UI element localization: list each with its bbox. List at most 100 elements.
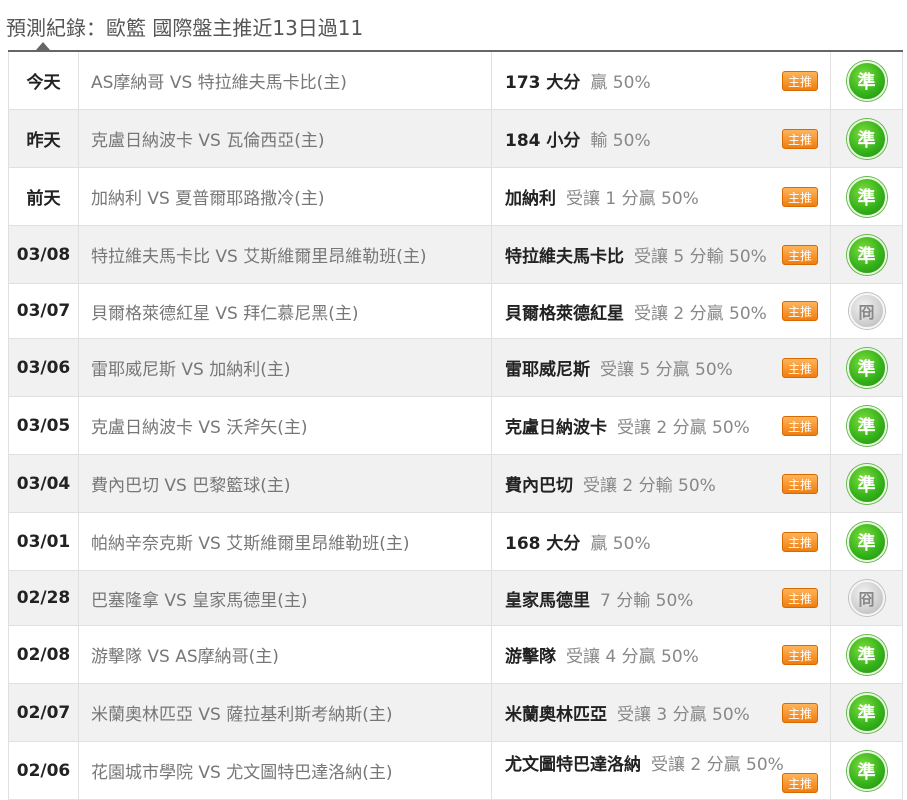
date-text: 03/06 (16, 357, 71, 378)
main-pick-badge: 主推 (782, 301, 818, 321)
match-link[interactable]: AS摩納哥 VS 特拉維夫馬卡比(主) (91, 68, 347, 93)
match-cell[interactable]: 特拉維夫馬卡比 VS 艾斯維爾里昂維勒班(主) (79, 226, 492, 283)
match-link[interactable]: 花園城市學院 VS 尤文圖特巴達洛納(主) (91, 758, 393, 783)
result-cell: 準 (831, 52, 903, 109)
match-link[interactable]: 雷耶威尼斯 VS 加納利(主) (91, 355, 291, 380)
date-text: 03/08 (16, 244, 71, 265)
match-cell[interactable]: 貝爾格萊德紅星 VS 拜仁慕尼黑(主) (79, 284, 492, 338)
match-cell[interactable]: 克盧日納波卡 VS 沃斧矢(主) (79, 397, 492, 454)
hit-badge-icon: 準 (846, 118, 887, 159)
result-cell: 冏 (831, 571, 903, 625)
match-cell[interactable]: 帕納辛奈克斯 VS 艾斯維爾里昂維勒班(主) (79, 513, 492, 570)
prediction-cell: 貝爾格萊德紅星 受讓 2 分贏 50% 主推 (492, 284, 831, 338)
pick-detail: 贏 50% (590, 73, 651, 93)
match-link[interactable]: 帕納辛奈克斯 VS 艾斯維爾里昂維勒班(主) (91, 529, 410, 554)
table-row[interactable]: 03/08 特拉維夫馬卡比 VS 艾斯維爾里昂維勒班(主) 特拉維夫馬卡比 受讓 5 … (8, 226, 903, 284)
match-link[interactable]: 克盧日納波卡 VS 沃斧矢(主) (91, 413, 308, 438)
match-link[interactable]: 游擊隊 VS AS摩納哥(主) (91, 642, 279, 667)
table-row[interactable]: 03/01 帕納辛奈克斯 VS 艾斯維爾里昂維勒班(主) 168 大分贏 50% 主推… (8, 513, 903, 571)
pick-text: 克盧日納波卡 (505, 418, 607, 438)
pick-text: 皇家馬德里 (505, 590, 590, 611)
prediction-cell: 米蘭奧林匹亞 受讓 3 分贏 50% 主推 (492, 684, 831, 741)
pick-text: 特拉維夫馬卡比 (505, 247, 624, 267)
match-cell[interactable]: 米蘭奧林匹亞 VS 薩拉基利斯考納斯(主) (79, 684, 492, 741)
date-text: 02/06 (16, 760, 71, 781)
main-pick-badge: 主推 (782, 644, 818, 665)
main-pick-badge: 主推 (782, 70, 818, 91)
table-row[interactable]: 03/07 貝爾格萊德紅星 VS 拜仁慕尼黑(主) 貝爾格萊德紅星 受讓 2 分贏 5… (8, 284, 903, 339)
date-cell: 03/07 (8, 284, 79, 338)
date-text: 02/08 (16, 644, 71, 665)
pick-text: 雷耶威尼斯 (505, 360, 590, 380)
page-title: 預測紀錄：歐籃 國際盤主推近13日過11 (6, 16, 364, 40)
match-cell[interactable]: AS摩納哥 VS 特拉維夫馬卡比(主) (79, 52, 492, 109)
date-cell: 02/07 (8, 684, 79, 741)
main-pick-badge: 主推 (782, 702, 818, 723)
table-row[interactable]: 03/05 克盧日納波卡 VS 沃斧矢(主) 克盧日納波卡 受讓 2 分贏 50% 主推… (8, 397, 903, 455)
pick-detail: 受讓 5 分輸 50% (634, 247, 767, 267)
result-cell: 準 (831, 339, 903, 396)
prediction-cell: 尤文圖特巴達洛納 受讓 2 分贏 50% 主推 (492, 742, 831, 799)
hit-badge-icon: 準 (846, 60, 887, 101)
miss-badge-icon: 冏 (848, 580, 885, 616)
main-pick-badge: 主推 (782, 244, 818, 265)
title-bar: 預測紀錄：歐籃 國際盤主推近13日過11 (0, 0, 907, 50)
date-text: 03/05 (16, 415, 71, 436)
match-link[interactable]: 特拉維夫馬卡比 VS 艾斯維爾里昂維勒班(主) (91, 242, 427, 267)
table-row[interactable]: 前天 加納利 VS 夏普爾耶路撒冷(主) 加納利 受讓 1 分贏 50% 主推 準 (8, 168, 903, 226)
table-row[interactable]: 昨天 克盧日納波卡 VS 瓦倫西亞(主) 184 小分輸 50% 主推 準 (8, 110, 903, 168)
match-cell[interactable]: 巴塞隆拿 VS 皇家馬德里(主) (79, 571, 492, 625)
date-cell: 02/06 (8, 742, 79, 799)
table-row[interactable]: 今天 AS摩納哥 VS 特拉維夫馬卡比(主) 173 大分贏 50% 主推 準 (8, 52, 903, 110)
hit-badge-icon: 準 (846, 405, 887, 446)
table-row[interactable]: 03/04 費內巴切 VS 巴黎籃球(主) 費內巴切 受讓 2 分輸 50% 主推 準 (8, 455, 903, 513)
main-pick-badge: 主推 (782, 357, 818, 378)
match-link[interactable]: 費內巴切 VS 巴黎籃球(主) (91, 471, 291, 496)
main-pick-badge: 主推 (782, 588, 818, 608)
match-cell[interactable]: 費內巴切 VS 巴黎籃球(主) (79, 455, 492, 512)
hit-badge-icon: 準 (846, 692, 887, 733)
pick-detail: 贏 50% (590, 534, 651, 554)
pick-text: 游擊隊 (505, 647, 556, 667)
match-link[interactable]: 加納利 VS 夏普爾耶路撒冷(主) (91, 184, 325, 209)
match-cell[interactable]: 雷耶威尼斯 VS 加納利(主) (79, 339, 492, 396)
table-row[interactable]: 02/07 米蘭奧林匹亞 VS 薩拉基利斯考納斯(主) 米蘭奧林匹亞 受讓 3 分贏 … (8, 684, 903, 742)
table-row[interactable]: 02/06 花園城市學院 VS 尤文圖特巴達洛納(主) 尤文圖特巴達洛納 受讓 2 分… (8, 742, 903, 800)
date-cell: 03/06 (8, 339, 79, 396)
prediction-cell: 克盧日納波卡 受讓 2 分贏 50% 主推 (492, 397, 831, 454)
match-link[interactable]: 巴塞隆拿 VS 皇家馬德里(主) (91, 586, 308, 611)
result-cell: 準 (831, 397, 903, 454)
hit-badge-icon: 準 (846, 750, 887, 791)
result-cell: 冏 (831, 284, 903, 338)
match-cell[interactable]: 花園城市學院 VS 尤文圖特巴達洛納(主) (79, 742, 492, 799)
prediction-cell: 皇家馬德里 7 分輸 50% 主推 (492, 571, 831, 625)
date-text: 03/04 (16, 473, 71, 494)
table-row[interactable]: 03/06 雷耶威尼斯 VS 加納利(主) 雷耶威尼斯 受讓 5 分贏 50% 主推 準 (8, 339, 903, 397)
match-link[interactable]: 米蘭奧林匹亞 VS 薩拉基利斯考納斯(主) (91, 700, 393, 725)
match-cell[interactable]: 游擊隊 VS AS摩納哥(主) (79, 626, 492, 683)
main-pick-badge: 主推 (782, 186, 818, 207)
match-link[interactable]: 克盧日納波卡 VS 瓦倫西亞(主) (91, 126, 325, 151)
match-cell[interactable]: 加納利 VS 夏普爾耶路撒冷(主) (79, 168, 492, 225)
match-link[interactable]: 貝爾格萊德紅星 VS 拜仁慕尼黑(主) (91, 299, 359, 324)
match-cell[interactable]: 克盧日納波卡 VS 瓦倫西亞(主) (79, 110, 492, 167)
prediction-cell: 雷耶威尼斯 受讓 5 分贏 50% 主推 (492, 339, 831, 396)
table-row[interactable]: 02/28 巴塞隆拿 VS 皇家馬德里(主) 皇家馬德里 7 分輸 50% 主推 冏 (8, 571, 903, 626)
hit-badge-icon: 準 (846, 463, 887, 504)
pick-text: 184 小分 (505, 131, 581, 151)
main-pick-badge: 主推 (782, 128, 818, 149)
date-text: 昨天 (26, 131, 61, 151)
date-text: 02/28 (16, 588, 71, 608)
hit-badge-icon: 準 (846, 521, 887, 562)
hit-badge-icon: 準 (846, 234, 887, 275)
table-row[interactable]: 02/08 游擊隊 VS AS摩納哥(主) 游擊隊 受讓 4 分贏 50% 主推 準 (8, 626, 903, 684)
date-cell: 02/28 (8, 571, 79, 625)
prediction-cell: 173 大分贏 50% 主推 (492, 52, 831, 109)
result-cell: 準 (831, 168, 903, 225)
date-cell: 前天 (8, 168, 79, 225)
pick-text: 168 大分 (505, 534, 581, 554)
date-cell: 03/01 (8, 513, 79, 570)
main-pick-badge: 主推 (782, 531, 818, 552)
pick-detail: 受讓 1 分贏 50% (566, 189, 699, 209)
pick-detail: 受讓 2 分輸 50% (583, 476, 716, 496)
